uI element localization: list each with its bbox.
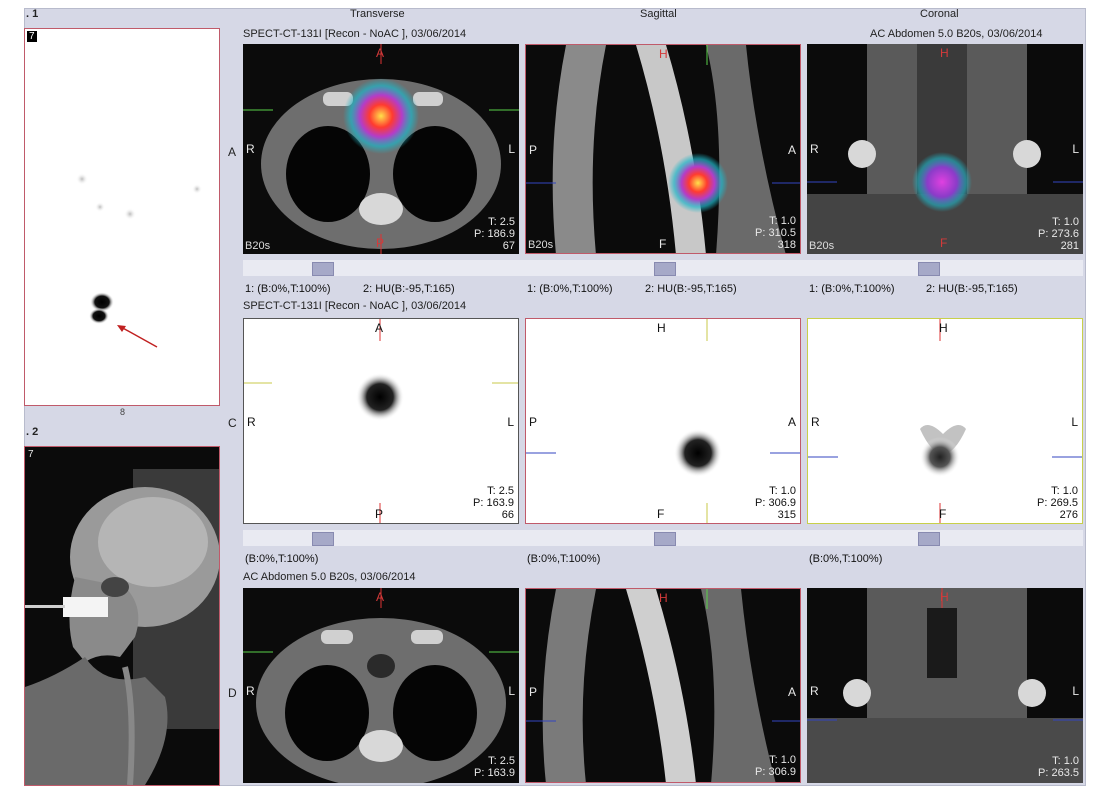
ct-row-header: AC Abdomen 5.0 B20s, 03/06/2014: [243, 571, 416, 583]
slice-info: T: 1.0 P: 306.9 315: [755, 485, 796, 521]
orient-left: R: [247, 415, 256, 429]
ct-coronal-image: [807, 588, 1083, 783]
column-header-coronal: Coronal: [920, 8, 959, 20]
ct-transverse-image: [243, 588, 519, 783]
orient-bottom: F: [657, 507, 665, 521]
slice-info: T: 1.0 P: 263.5: [1038, 755, 1079, 779]
orient-top: H: [659, 591, 668, 605]
orient-top: A: [376, 46, 385, 60]
orient-right: A: [787, 415, 796, 429]
mip-panel[interactable]: 7: [24, 28, 220, 406]
row-letter-c: C: [228, 416, 237, 430]
ct-transverse-viewport[interactable]: A R L T: 2.5 P: 163.9: [243, 588, 519, 783]
fused-transverse-slider[interactable]: [312, 262, 334, 276]
spect-sagittal-viewport[interactable]: H F P A T: 1.0 P: 306.9 315: [525, 318, 801, 524]
orient-top: A: [375, 321, 384, 335]
orient-bottom: F: [939, 507, 947, 521]
spect-sagittal-slider[interactable]: [654, 532, 676, 546]
orient-right: A: [787, 143, 796, 157]
fused-sagittal-window-1: 1: (B:0%,T:100%): [527, 283, 613, 295]
ct-coronal-viewport[interactable]: H R L T: 1.0 P: 263.5: [807, 588, 1083, 783]
slice-info: T: 1.0 P: 310.5 318: [755, 215, 796, 251]
ct-sagittal-viewport[interactable]: H P A T: 1.0 P: 306.9: [525, 588, 801, 783]
orient-bottom: F: [940, 236, 948, 250]
fused-transverse-window-2: 2: HU(B:-95,T:165): [363, 283, 455, 295]
orient-left: P: [529, 143, 538, 157]
spect-row-header: SPECT-CT-131I [Recon - NoAC ], 03/06/201…: [243, 300, 467, 312]
fused-row-header-left: SPECT-CT-131I [Recon - NoAC ], 03/06/201…: [243, 28, 467, 40]
fused-sagittal-slider[interactable]: [654, 262, 676, 276]
volume-render-panel[interactable]: 7: [24, 446, 220, 786]
kernel-tag: B20s: [809, 240, 835, 252]
mip-image: [76, 173, 202, 348]
column-header-transverse: Transverse: [350, 8, 405, 20]
spect-coronal-viewport[interactable]: H F R L T: 1.0 P: 269.5 276: [807, 318, 1083, 524]
fused-sagittal-viewport[interactable]: H F P A B20s T: 1.0 P: 310.5 318: [525, 44, 801, 254]
orient-right: L: [508, 142, 515, 156]
orient-right: L: [1071, 415, 1078, 429]
orient-bottom: F: [659, 237, 667, 251]
spect-transverse-slider[interactable]: [312, 532, 334, 546]
slice-info: T: 2.5 P: 186.9 67: [474, 216, 515, 252]
orient-top: H: [940, 590, 949, 604]
left-panel-1-title: . 1: [26, 8, 39, 20]
slice-info: T: 1.0 P: 273.6 281: [1038, 216, 1079, 252]
orient-left: R: [810, 684, 819, 698]
slice-info: T: 2.5 P: 163.9 66: [473, 485, 514, 521]
slice-info: T: 2.5 P: 163.9: [474, 755, 515, 779]
orient-top: H: [657, 321, 666, 335]
fused-coronal-slider[interactable]: [918, 262, 940, 276]
slice-info: T: 1.0 P: 269.5 276: [1037, 485, 1078, 521]
spect-transverse-window: (B:0%,T:100%): [245, 553, 319, 565]
orient-left: P: [529, 415, 538, 429]
orient-left: R: [810, 142, 819, 156]
orient-top: H: [940, 46, 949, 60]
orient-left: R: [811, 415, 820, 429]
arrow-line: [120, 326, 158, 348]
orient-top: H: [939, 321, 948, 335]
orient-bottom: P: [376, 236, 385, 250]
orient-bottom: P: [375, 507, 384, 521]
orient-top: A: [376, 590, 385, 604]
orient-top: H: [659, 47, 668, 61]
orient-right: L: [1072, 142, 1079, 156]
fused-sagittal-window-2: 2: HU(B:-95,T:165): [645, 283, 737, 295]
mip-footer-label: 8: [120, 407, 126, 417]
spect-coronal-slider[interactable]: [918, 532, 940, 546]
orient-left: P: [529, 685, 538, 699]
spect-transverse-viewport[interactable]: A P R L T: 2.5 P: 163.9 66: [243, 318, 519, 524]
orient-right: L: [1072, 684, 1079, 698]
fused-transverse-window-1: 1: (B:0%,T:100%): [245, 283, 331, 295]
kernel-tag: B20s: [245, 240, 271, 252]
fused-coronal-window-1: 1: (B:0%,T:100%): [809, 283, 895, 295]
orient-right: L: [508, 684, 515, 698]
row-letter-a: A: [228, 145, 237, 159]
panel-number-label: 7: [28, 449, 34, 460]
orient-right: A: [787, 685, 796, 699]
kernel-tag: B20s: [528, 239, 554, 251]
fused-coronal-viewport[interactable]: H F R L B20s T: 1.0 P: 273.6 281: [807, 44, 1083, 254]
orient-right: L: [507, 415, 514, 429]
spect-sagittal-window: (B:0%,T:100%): [527, 553, 601, 565]
orient-left: R: [246, 142, 255, 156]
fused-transverse-viewport[interactable]: A P R L B20s T: 2.5 P: 186.9 67: [243, 44, 519, 254]
skull-render-image: [25, 469, 219, 785]
slice-info: T: 1.0 P: 306.9: [755, 754, 796, 778]
left-panel-2-title: . 2: [26, 426, 39, 438]
fused-row-header-right: AC Abdomen 5.0 B20s, 03/06/2014: [870, 28, 1043, 40]
row-letter-d: D: [228, 686, 237, 700]
column-header-sagittal: Sagittal: [640, 8, 677, 20]
fused-coronal-window-2: 2: HU(B:-95,T:165): [926, 283, 1018, 295]
orient-left: R: [246, 684, 255, 698]
spect-coronal-window: (B:0%,T:100%): [809, 553, 883, 565]
panel-number-badge: 7: [27, 31, 37, 42]
